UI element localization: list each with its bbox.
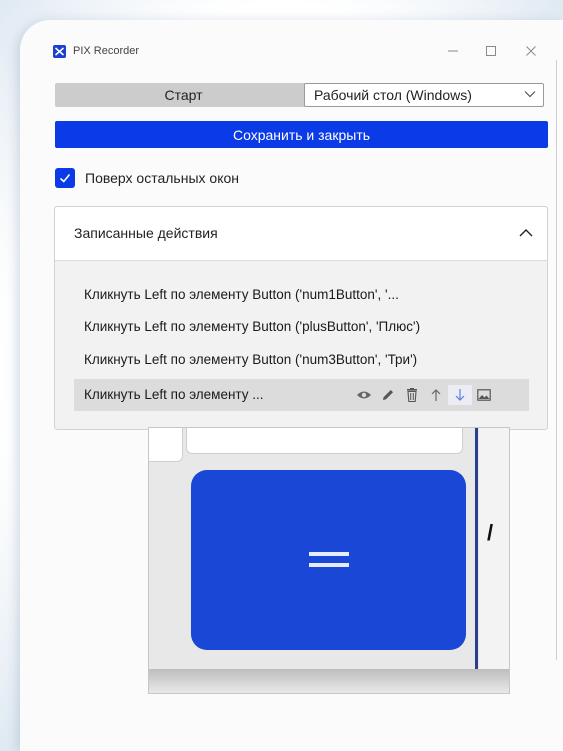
always-on-top-checkbox[interactable] xyxy=(55,168,75,188)
preview-peek-char: / xyxy=(487,520,494,545)
window-edge-line xyxy=(556,60,557,660)
checkmark-icon xyxy=(59,173,71,183)
equals-symbol-icon xyxy=(308,552,349,567)
maximize-button[interactable] xyxy=(476,38,506,64)
trash-icon[interactable] xyxy=(400,385,424,405)
preview-neighbor-key xyxy=(149,428,183,462)
app-logo-icon xyxy=(53,45,66,58)
start-button-label: Старт xyxy=(164,87,203,103)
action-item[interactable]: Кликнуть Left по элементу Button ('num3B… xyxy=(84,352,417,367)
eye-icon[interactable] xyxy=(352,385,376,405)
selected-action-label: Кликнуть Left по элементу ... xyxy=(84,387,264,402)
window-title: PIX Recorder xyxy=(73,45,140,57)
minimize-icon xyxy=(448,50,458,52)
preview-equals-key xyxy=(191,470,466,650)
close-icon xyxy=(526,46,536,56)
preview-bottom-strip xyxy=(149,669,509,693)
always-on-top-option: Поверх остальных окон xyxy=(55,168,239,188)
action-item[interactable]: Кликнуть Left по элементу Button ('plusB… xyxy=(84,319,420,334)
recorded-actions-header[interactable]: Записанные действия xyxy=(55,207,547,261)
always-on-top-label: Поверх остальных окон xyxy=(85,170,239,186)
capture-source-value: Рабочий стол (Windows) xyxy=(314,87,472,103)
capture-source-select[interactable]: Рабочий стол (Windows) xyxy=(304,83,544,107)
start-button[interactable]: Старт xyxy=(55,83,312,107)
preview-window-border xyxy=(475,428,478,673)
preview-side-area xyxy=(479,428,509,693)
save-and-close-button[interactable]: Сохранить и закрыть xyxy=(55,121,548,148)
title-bar[interactable]: PIX Recorder xyxy=(20,20,563,80)
arrow-up-icon[interactable] xyxy=(424,385,448,405)
image-icon[interactable] xyxy=(472,385,496,405)
minimize-button[interactable] xyxy=(438,38,468,64)
save-and-close-label: Сохранить и закрыть xyxy=(232,126,371,143)
recorded-actions-title: Записанные действия xyxy=(74,225,218,241)
recorded-actions-panel: Записанные действия Кликнуть Left по эле… xyxy=(54,206,548,430)
action-item-selected[interactable]: Кликнуть Left по элементу ... xyxy=(74,379,529,411)
maximize-icon xyxy=(486,46,496,56)
preview-top-key xyxy=(186,428,463,454)
chevron-down-icon xyxy=(524,91,536,98)
recorder-window: PIX Recorder Старт Рабочий стол (Windows… xyxy=(20,20,563,751)
action-item[interactable]: Кликнуть Left по элементу Button ('num1B… xyxy=(84,287,399,302)
close-button[interactable] xyxy=(516,38,546,64)
element-screenshot-preview: / xyxy=(148,427,510,694)
pencil-icon[interactable] xyxy=(376,385,400,405)
row-toolbar xyxy=(352,385,496,405)
arrow-down-icon[interactable] xyxy=(448,385,472,405)
chevron-up-icon[interactable] xyxy=(517,224,535,242)
